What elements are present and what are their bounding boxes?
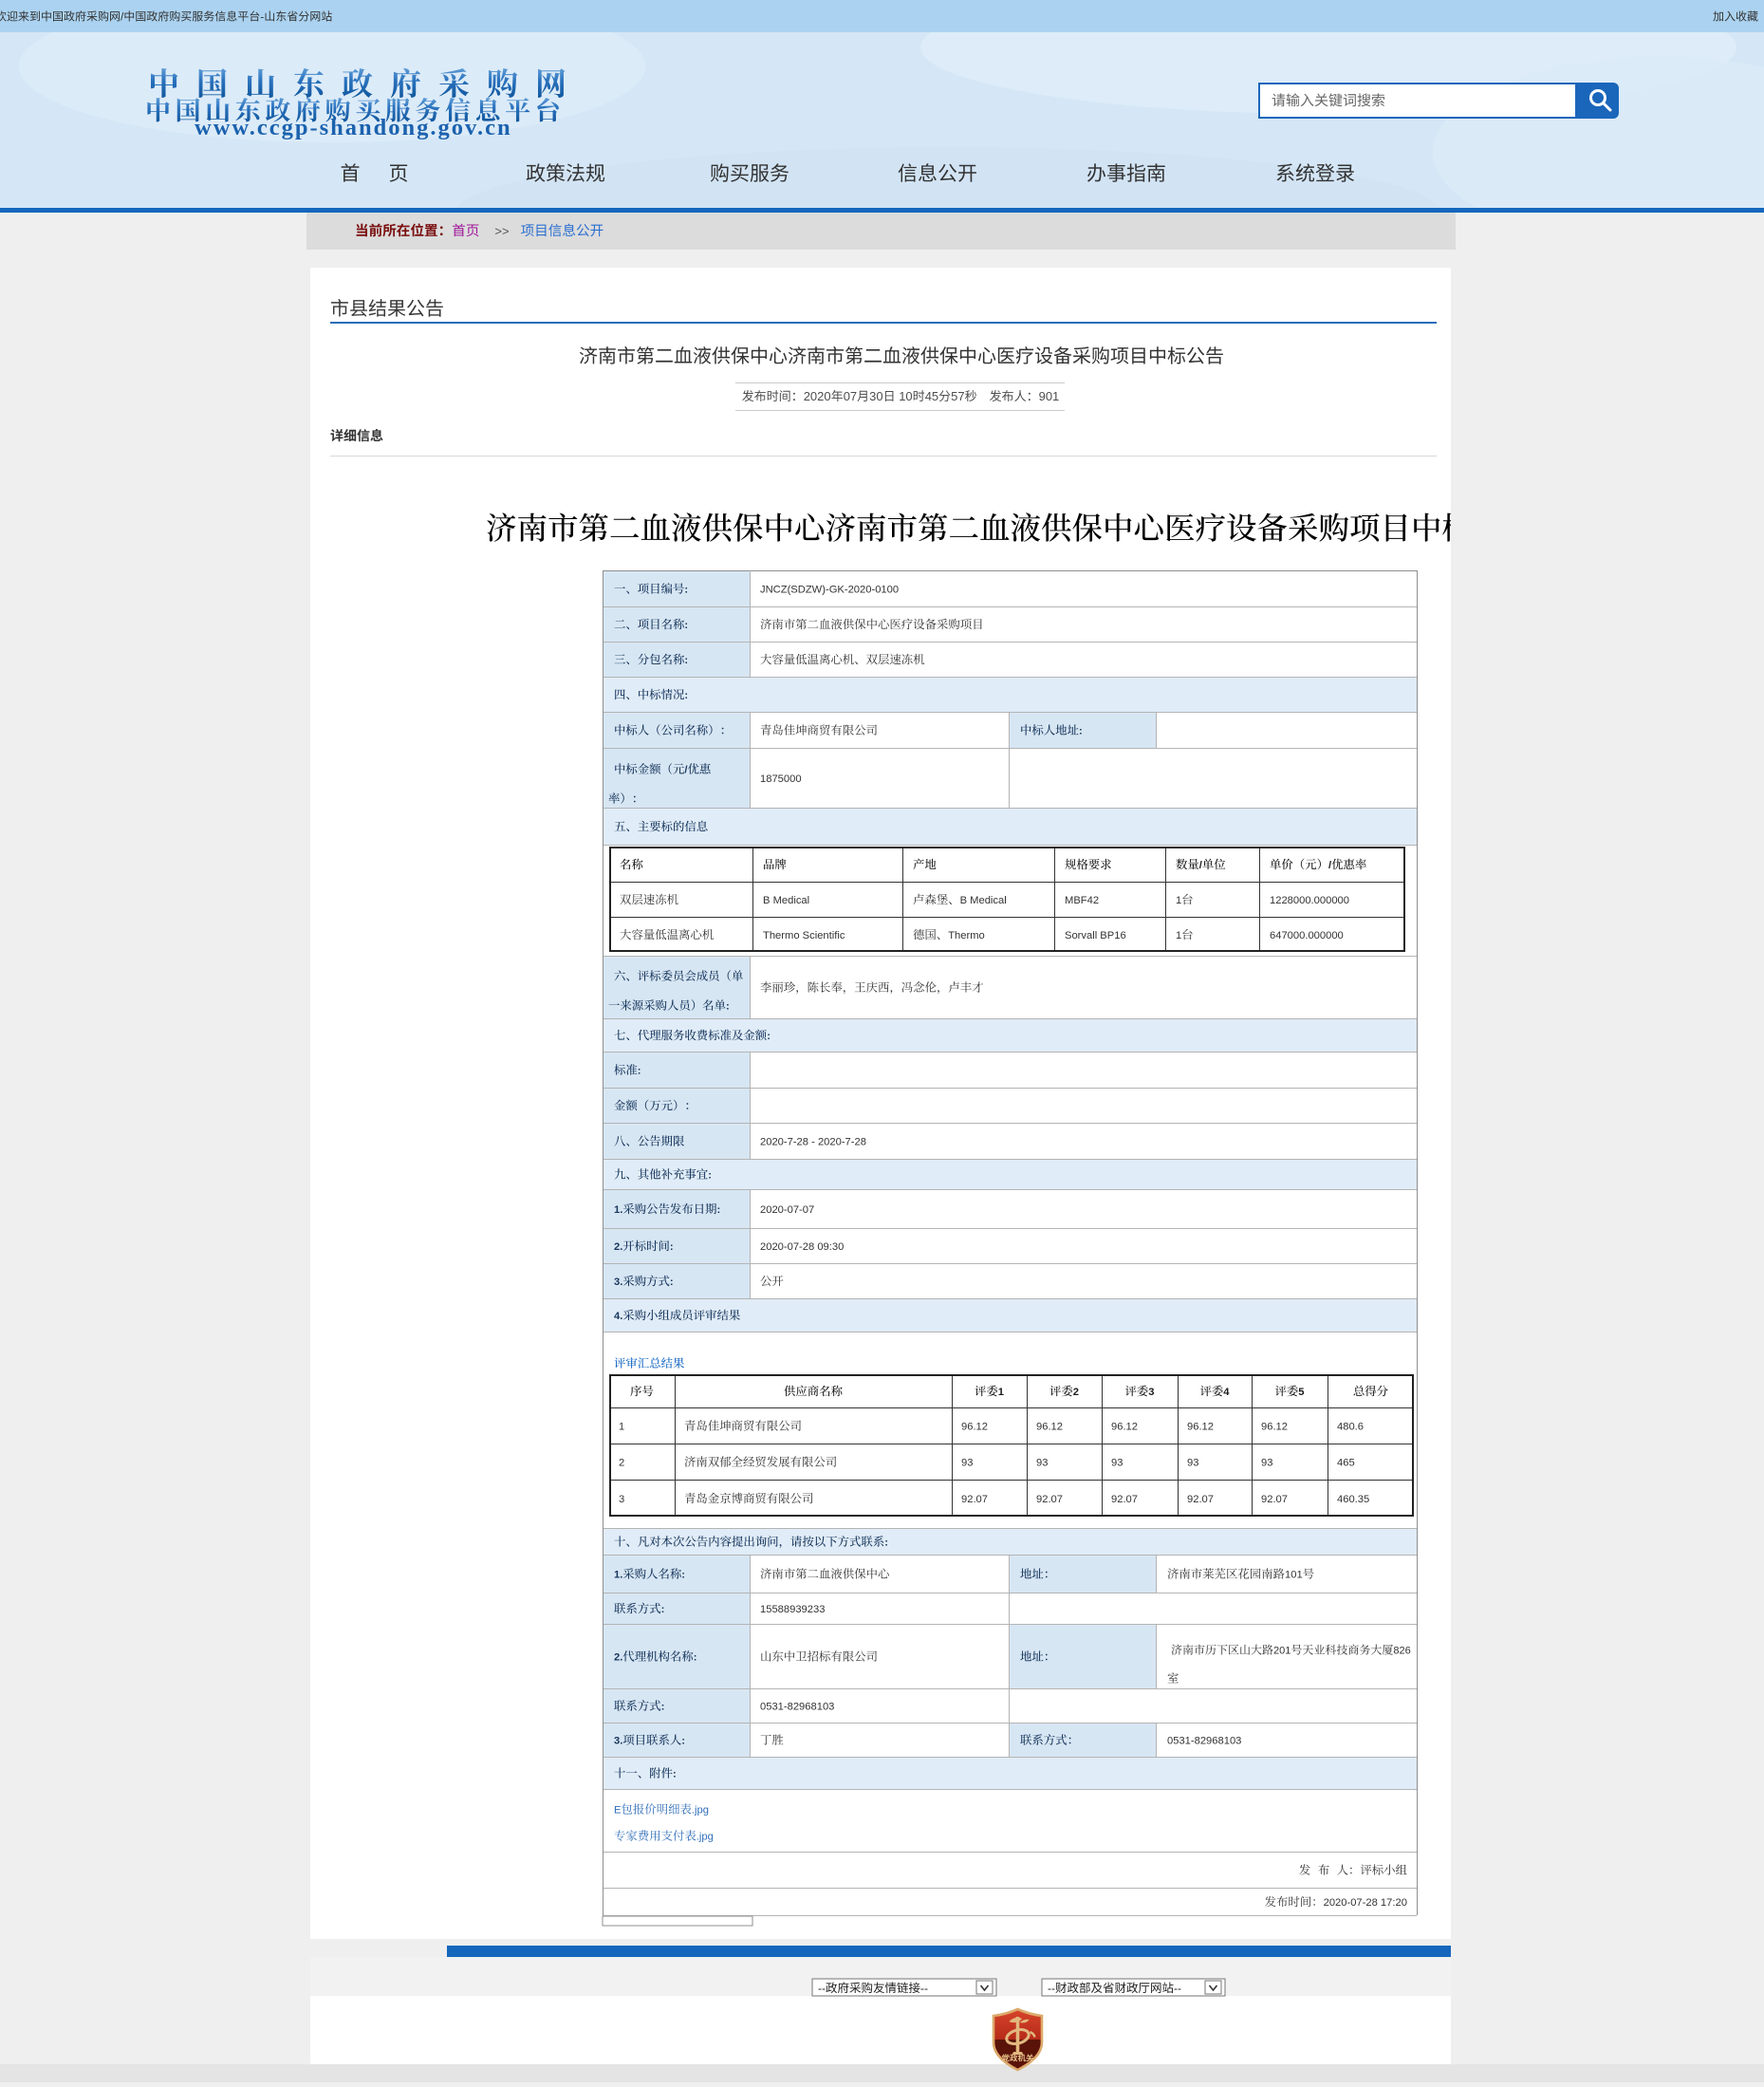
svg-text:10: 10	[896, 389, 913, 403]
svg-text:>>: >>	[494, 224, 509, 238]
svg-text:2020-07-28 17:20: 2020-07-28 17:20	[1324, 1897, 1407, 1909]
svg-text:www.ccgp-shandong.gov.cn: www.ccgp-shandong.gov.cn	[195, 115, 512, 140]
svg-text:57: 57	[951, 389, 964, 403]
svg-text:93: 93	[1261, 1458, 1272, 1469]
svg-text:2020-07-28 09:30: 2020-07-28 09:30	[760, 1241, 844, 1253]
svg-text:1: 1	[1176, 930, 1181, 941]
svg-text::: :	[694, 1652, 697, 1664]
svg-text:0531-82968103: 0531-82968103	[760, 1702, 834, 1713]
svg-text:Sorvall BP16: Sorvall BP16	[1065, 930, 1126, 941]
svg-text::: :	[673, 1769, 677, 1780]
svg-text:Thermo Scientific: Thermo Scientific	[763, 930, 845, 941]
svg-text:1: 1	[998, 1387, 1004, 1398]
svg-text:--: --	[920, 1982, 928, 1995]
svg-text::: :	[661, 1702, 665, 1713]
svg-text:96.12: 96.12	[1261, 1422, 1288, 1433]
svg-text:2: 2	[619, 1458, 624, 1469]
svg-text:647000.000000: 647000.000000	[1270, 930, 1344, 941]
svg-text:.jpg: .jpg	[696, 1832, 714, 1843]
svg-text::: :	[670, 1241, 674, 1253]
svg-text:1: 1	[619, 1422, 624, 1433]
svg-text:4.: 4.	[614, 1311, 622, 1322]
svg-text:3: 3	[619, 1494, 624, 1505]
svg-text:3.: 3.	[614, 1276, 622, 1288]
svg-text:826: 826	[1393, 1646, 1410, 1657]
svg-text:480.6: 480.6	[1337, 1422, 1364, 1433]
svg-text:B Medical: B Medical	[763, 895, 809, 906]
svg-text:92.07: 92.07	[1187, 1494, 1214, 1505]
svg-text:5: 5	[1298, 1387, 1304, 1398]
svg-text:96.12: 96.12	[1111, 1422, 1138, 1433]
svg-text:B Medical: B Medical	[960, 895, 1007, 906]
svg-text:201: 201	[1273, 1646, 1291, 1657]
svg-text:96.12: 96.12	[1187, 1422, 1214, 1433]
svg-text:2020: 2020	[804, 389, 831, 403]
svg-text::: :	[661, 1604, 665, 1615]
svg-text:1.: 1.	[614, 1204, 622, 1216]
svg-text:2.: 2.	[614, 1241, 622, 1253]
svg-text:1228000.000000: 1228000.000000	[1270, 895, 1349, 906]
svg-text:93: 93	[1036, 1458, 1048, 1469]
svg-text::: :	[884, 1537, 888, 1549]
svg-text:96.12: 96.12	[961, 1422, 988, 1433]
svg-text:101: 101	[1285, 1570, 1303, 1581]
svg-text::: :	[708, 1170, 712, 1182]
svg-text::: :	[717, 1204, 721, 1216]
svg-text:07: 07	[844, 389, 857, 403]
svg-text:/: /	[1328, 860, 1331, 871]
svg-text::: :	[726, 1001, 730, 1013]
svg-text::: :	[767, 1031, 771, 1042]
svg-text:MBF42: MBF42	[1065, 895, 1099, 906]
svg-text:901: 901	[1039, 389, 1060, 403]
svg-text:2.: 2.	[614, 1652, 622, 1664]
svg-text:460.35: 460.35	[1337, 1494, 1369, 1505]
svg-text:--: --	[1174, 1982, 1181, 1995]
svg-text:E: E	[614, 1805, 621, 1817]
svg-text:--: --	[818, 1982, 826, 1995]
svg-text:0531-82968103: 0531-82968103	[1167, 1736, 1241, 1747]
svg-text:.jpg: .jpg	[692, 1805, 709, 1817]
svg-text:3.: 3.	[614, 1736, 622, 1747]
svg-text::: :	[1079, 726, 1083, 737]
svg-text:3: 3	[1148, 1387, 1154, 1398]
svg-text::: :	[684, 620, 688, 631]
svg-text::: :	[684, 690, 688, 701]
svg-text:2020-07-07: 2020-07-07	[760, 1204, 814, 1216]
svg-text:465: 465	[1337, 1458, 1355, 1469]
svg-text::: :	[670, 1276, 674, 1288]
svg-text:Thermo: Thermo	[948, 930, 985, 941]
svg-text:96.12: 96.12	[1036, 1422, 1063, 1433]
svg-text:JNCZ(SDZW)-GK-2020-0100: JNCZ(SDZW)-GK-2020-0100	[760, 585, 899, 596]
svg-text:93: 93	[961, 1458, 973, 1469]
svg-text:-: -	[260, 10, 264, 24]
svg-text:92.07: 92.07	[1036, 1494, 1063, 1505]
svg-text:30: 30	[869, 389, 882, 403]
svg-text:4: 4	[1223, 1387, 1230, 1398]
svg-text:93: 93	[1111, 1458, 1123, 1469]
svg-text::: :	[681, 1570, 685, 1581]
svg-text::: :	[684, 655, 688, 666]
svg-text:1: 1	[1176, 895, 1181, 906]
svg-text::: :	[681, 1736, 685, 1747]
svg-text:2: 2	[1073, 1387, 1079, 1398]
svg-text:/: /	[1199, 860, 1202, 871]
svg-text::: :	[638, 1066, 641, 1077]
svg-text:1.: 1.	[614, 1570, 622, 1581]
svg-text:92.07: 92.07	[1111, 1494, 1138, 1505]
svg-text:/: /	[684, 765, 687, 776]
svg-text:1875000: 1875000	[760, 773, 802, 785]
svg-text:92.07: 92.07	[1261, 1494, 1288, 1505]
svg-text:93: 93	[1187, 1458, 1198, 1469]
svg-text:--: --	[1048, 1982, 1055, 1995]
svg-text:45: 45	[925, 389, 938, 403]
svg-text:2020-7-28 - 2020-7-28: 2020-7-28 - 2020-7-28	[760, 1137, 866, 1148]
svg-text::: :	[684, 585, 688, 596]
svg-text:15588939233: 15588939233	[760, 1604, 825, 1615]
svg-text:92.07: 92.07	[961, 1494, 988, 1505]
